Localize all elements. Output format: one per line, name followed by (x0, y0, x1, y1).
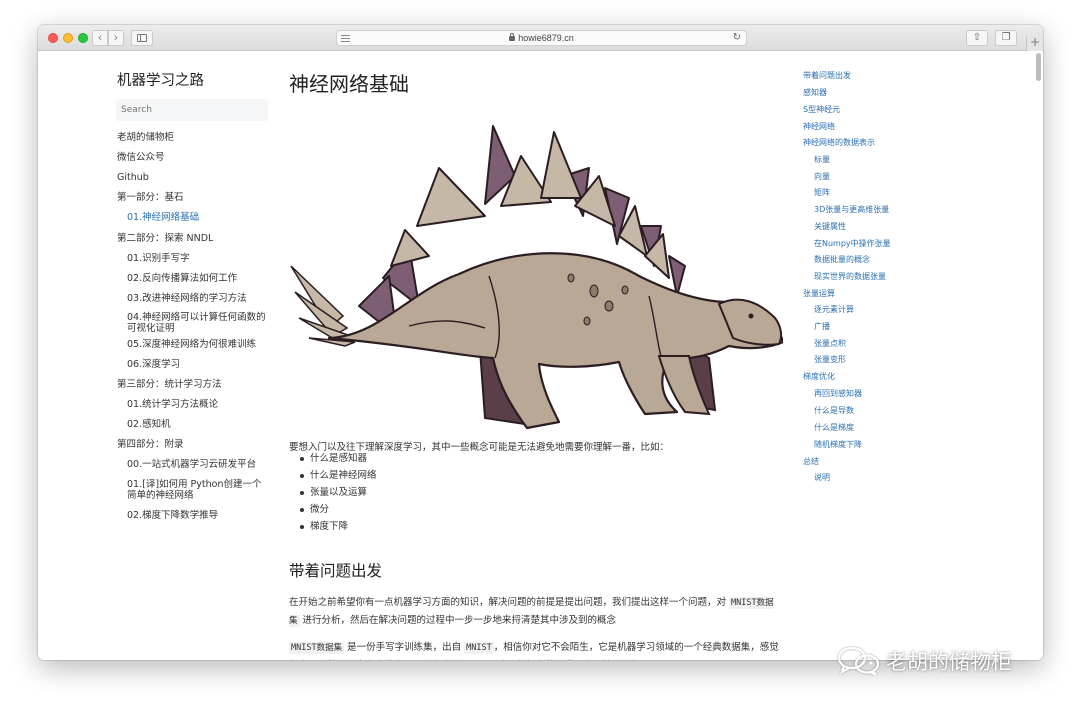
page-title: 神经网络基础 (289, 72, 409, 96)
wechat-icon (837, 646, 880, 676)
sidebar-item[interactable]: 微信公众号 (117, 152, 165, 163)
toc-item[interactable]: 现实世界的数据张量 (814, 272, 886, 282)
list-item: 微分 (300, 501, 377, 518)
sidebar-item[interactable]: 05.深度神经网络为何很难训练 (127, 339, 256, 350)
plus-icon: + (1029, 35, 1041, 49)
toc-item[interactable]: 说明 (814, 473, 830, 483)
sidebar-item[interactable]: Github (117, 172, 149, 183)
share-icon: ⇧ (972, 32, 982, 43)
watermark: 老胡的储物柜 (836, 642, 1046, 678)
sidebar-item[interactable]: 02.梯度下降数学推导 (127, 510, 218, 521)
watermark-text: 老胡的储物柜 (886, 650, 1012, 674)
toc-item[interactable]: 张量运算 (803, 289, 835, 299)
toc-item[interactable]: 总结 (803, 457, 819, 467)
toc-item[interactable]: 感知器 (803, 88, 827, 98)
minimize-window-button[interactable] (63, 33, 73, 43)
paragraph-text: 是一份手写字训练集，出自 (344, 642, 465, 653)
toc-item[interactable]: 张量点积 (814, 339, 846, 349)
toc-item[interactable]: 向量 (814, 172, 830, 182)
paragraph-2: MNIST数据集 是一份手写字训练集，出自 MNIST ，相信你对它不会陌生，它是… (289, 639, 781, 660)
url-text: howie6879.cn (518, 33, 574, 43)
site-title[interactable]: 机器学习之路 (117, 69, 204, 90)
toc-item[interactable]: 3D张量与更高维张量 (814, 205, 889, 215)
toc-item[interactable]: 随机梯度下降 (814, 440, 862, 450)
browser-toolbar: ‹ › howie6879.cn ↻ ⇧ ❐ + (38, 25, 1043, 51)
sidebar-item[interactable]: 第四部分：附录 (117, 439, 184, 450)
toc-item[interactable]: 数据批量的概念 (814, 255, 870, 265)
sidebar-item[interactable]: 03.改进神经网络的学习方法 (127, 293, 247, 304)
toc-item[interactable]: 广播 (814, 322, 830, 332)
paragraph-text: 在开始之前希望你有一点机器学习方面的知识，解决问题的前提是提出问题，我们提出这样… (289, 597, 730, 608)
toc-item[interactable]: 神经网络 (803, 122, 835, 132)
address-bar[interactable]: howie6879.cn ↻ (336, 30, 747, 46)
share-button[interactable]: ⇧ (966, 30, 988, 46)
sidebar-item[interactable]: 02.感知机 (127, 419, 171, 430)
scrollbar[interactable] (1036, 53, 1041, 81)
paragraph-1: 在开始之前希望你有一点机器学习方面的知识，解决问题的前提是提出问题，我们提出这样… (289, 594, 781, 630)
inline-code: MNIST数据集 (289, 642, 345, 654)
toc-item[interactable]: 神经网络的数据表示 (803, 138, 875, 148)
sidebar-item[interactable]: 00.一站式机器学习云研发平台 (127, 459, 256, 470)
inline-code: MNIST (464, 642, 494, 654)
reload-icon[interactable]: ↻ (733, 31, 741, 45)
back-button[interactable]: ‹ (92, 30, 108, 46)
toc-item[interactable]: 张量变形 (814, 355, 846, 365)
forward-button[interactable]: › (108, 30, 124, 46)
search-input[interactable] (116, 99, 268, 121)
sidebar-item[interactable]: 第一部分：基石 (117, 192, 184, 203)
sidebar-item[interactable]: 01.统计学习方法概论 (127, 399, 218, 410)
sidebar-item[interactable]: 02.反向传播算法如何工作 (127, 273, 237, 284)
sidebar-toggle-button[interactable] (131, 30, 153, 46)
sidebar-item[interactable]: 第三部分：统计学习方法 (117, 379, 222, 390)
list-item: 什么是神经网络 (300, 467, 377, 484)
sidebar-item[interactable]: 01.识别手写字 (127, 253, 190, 264)
browser-window: ‹ › howie6879.cn ↻ ⇧ ❐ + 机器学习之路 老胡的储物柜微信… (38, 25, 1043, 660)
lock-icon (509, 33, 516, 41)
sidebar-item[interactable]: 01.[译]如何用 Python创建一个简单的神经网络 (127, 479, 267, 501)
list-item: 梯度下降 (300, 518, 377, 535)
sidebar-item[interactable]: 06.深度学习 (127, 359, 180, 370)
list-item: 张量以及运算 (300, 484, 377, 501)
stegosaurus-illustration (290, 125, 783, 430)
section-heading: 带着问题出发 (289, 562, 383, 580)
toc-item[interactable]: 标量 (814, 155, 830, 165)
toc-item[interactable]: 在Numpy中操作张量 (814, 239, 891, 249)
chevron-left-icon: ‹ (97, 31, 103, 44)
tabs-icon: ❐ (1001, 32, 1011, 43)
toc-item[interactable]: 梯度优化 (803, 372, 835, 382)
new-tab-button[interactable]: + (1026, 36, 1043, 51)
sidebar-item[interactable]: 第二部分：探索 NNDL (117, 233, 213, 244)
toc-item[interactable]: 矩阵 (814, 188, 830, 198)
chevron-right-icon: › (113, 31, 119, 44)
zoom-window-button[interactable] (78, 33, 88, 43)
toc-item[interactable]: 带着问题出发 (803, 71, 851, 81)
sidebar-item[interactable]: 老胡的储物柜 (117, 132, 174, 143)
toc-item[interactable]: S型神经元 (803, 105, 840, 115)
reader-icon[interactable] (341, 35, 350, 44)
toc-item[interactable]: 什么是梯度 (814, 423, 854, 433)
toc-item[interactable]: 逐元素计算 (814, 305, 854, 315)
sidebar-item[interactable]: 04.神经网络可以计算任何函数的可视化证明 (127, 312, 267, 334)
close-window-button[interactable] (48, 33, 58, 43)
toc-item[interactable]: 什么是导数 (814, 406, 854, 416)
page-content: 机器学习之路 老胡的储物柜微信公众号 Github 第一部分：基石 01.神经网络基础… (38, 51, 1043, 660)
concept-list: 什么是感知器 什么是神经网络 张量以及运算 微分 梯度下降 (300, 450, 377, 535)
toc-item[interactable]: 再回到感知器 (814, 389, 862, 399)
paragraph-text: 进行分析，然后在解决问题的过程中一步一步地来捋清楚其中涉及到的概念 (299, 615, 617, 626)
sidebar-icon (137, 34, 147, 42)
toc-item[interactable]: 关键属性 (814, 222, 846, 232)
sidebar-item[interactable]: 01.神经网络基础 (127, 212, 199, 223)
tab-overview-button[interactable]: ❐ (995, 30, 1017, 46)
list-item: 什么是感知器 (300, 450, 377, 467)
